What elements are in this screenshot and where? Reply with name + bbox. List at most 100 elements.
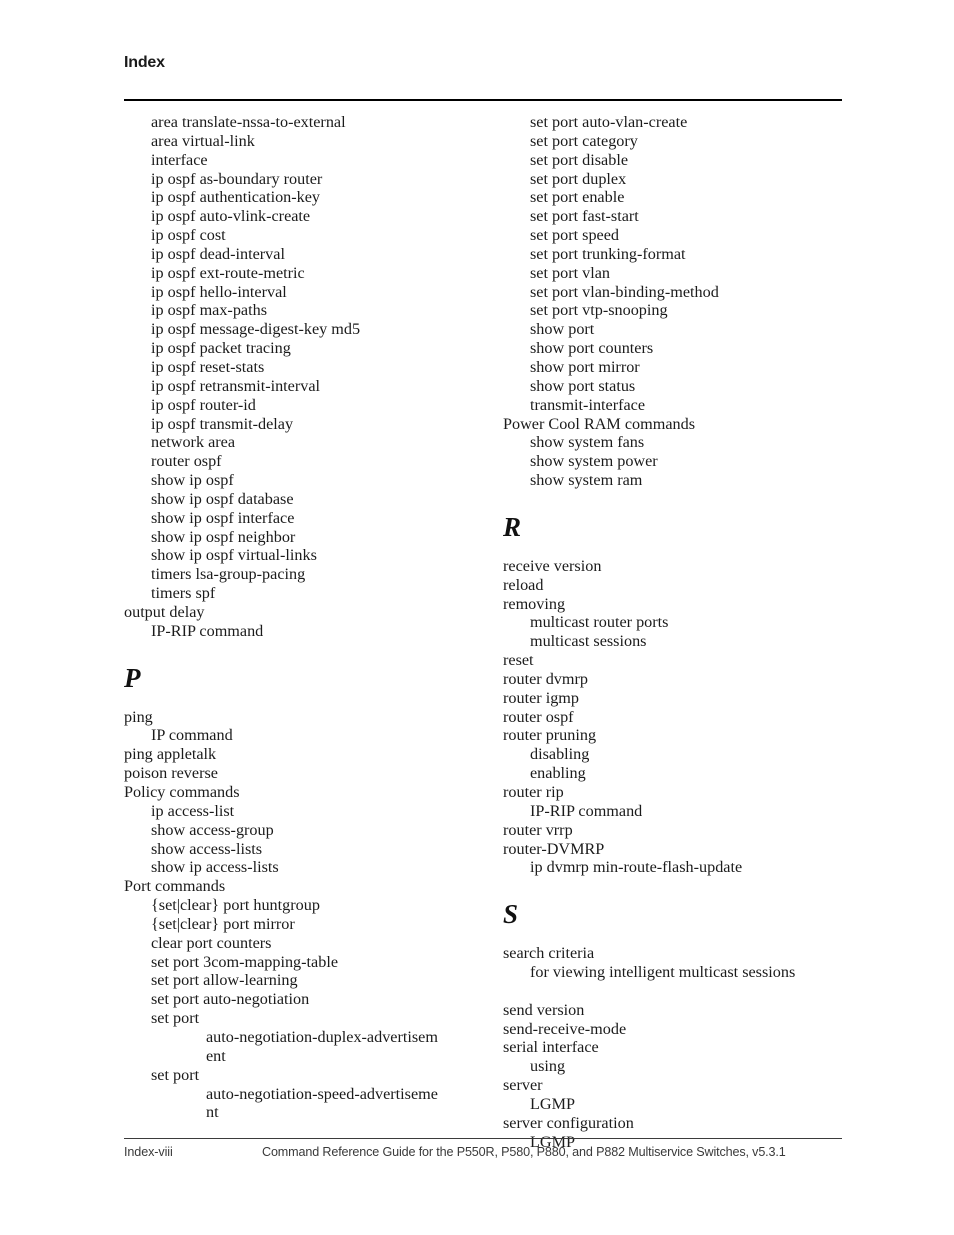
- index-subentry: disabling: [530, 745, 590, 764]
- index-subentry: set port: [151, 1009, 200, 1028]
- index-entry: Policy commands: [124, 783, 240, 801]
- index-subentry: set port fast-start: [530, 207, 639, 226]
- index-subentry: show access-lists: [151, 839, 263, 858]
- index-subentry: enabling: [530, 764, 586, 783]
- index-entry: ping appletalk: [124, 745, 217, 764]
- index-section-letter: R: [503, 511, 522, 542]
- index-subentry: set port vlan: [530, 263, 611, 282]
- index-column-left: area translate-nssa-to-external area virt…: [124, 113, 474, 1122]
- index-entry: router rip: [503, 783, 564, 801]
- index-subentry: show ip ospf virtual-links: [151, 546, 317, 565]
- index-subentry: using: [530, 1057, 566, 1076]
- index-subentry: show access-group: [151, 820, 274, 839]
- index-subentry: IP-RIP command: [151, 621, 264, 640]
- index-subentry: set port disable: [530, 150, 629, 169]
- index-entry: reload: [503, 575, 544, 594]
- index-subentry: clear port counters: [151, 933, 272, 952]
- index-subentry: show port mirror: [530, 357, 640, 376]
- index-entry: router dvmrp: [503, 669, 588, 688]
- index-subentry: show system fans: [530, 433, 645, 452]
- header-divider: [124, 99, 842, 101]
- index-entry: Power Cool RAM commands: [503, 414, 695, 433]
- index-entry: send-receive-mode: [503, 1019, 627, 1038]
- index-entry: router vrrp: [503, 820, 573, 839]
- index-subentry: show ip access-lists: [151, 858, 279, 877]
- index-subentry: ip ospf message-digest-key md5: [151, 320, 361, 339]
- index-entry: removing: [503, 594, 566, 613]
- index-subentry: multicast router ports: [530, 613, 669, 632]
- index-subentry: auto-negotiation-duplex-advertisem ent: [206, 1027, 438, 1065]
- index-entry: Port commands: [124, 877, 226, 896]
- index-subentry: for viewing intelligent multicast sessio…: [530, 963, 796, 982]
- index-subentry: ip ospf packet tracing: [151, 339, 291, 358]
- index-entry: output delay: [124, 602, 205, 621]
- index-subentry: multicast sessions: [530, 632, 647, 651]
- index-subentry: ip ospf as-boundary router: [151, 169, 323, 188]
- index-subentry: set port allow-learning: [151, 971, 298, 990]
- index-subentry: ip access-list: [151, 801, 235, 820]
- footer-divider: [124, 1138, 842, 1140]
- index-subentry: LGMP: [530, 1094, 575, 1113]
- index-subentry: show system ram: [530, 471, 643, 490]
- index-entry: poison reverse: [124, 764, 218, 783]
- index-subentry: set port auto-vlan-create: [530, 113, 688, 131]
- footer-page-number: Index-viii: [124, 1145, 173, 1159]
- index-entry: reset: [503, 651, 534, 670]
- index-subentry: set port 3com-mapping-table: [151, 952, 339, 971]
- index-subentry: set port enable: [530, 188, 625, 207]
- index-subentry: ip ospf dead-interval: [151, 244, 285, 263]
- index-subentry: ip ospf transmit-delay: [151, 414, 294, 433]
- index-subentry: ip ospf hello-interval: [151, 282, 287, 301]
- index-subentry: ip ospf auto-vlink-create: [151, 207, 311, 226]
- index-entry: router ospf: [503, 707, 574, 726]
- index-subentry: ip ospf max-paths: [151, 301, 267, 320]
- index-subentry: timers spf: [151, 584, 216, 603]
- index-page: Index area translate-nssa-to-external are…: [0, 0, 954, 1235]
- index-subentry: ip ospf ext-route-metric: [151, 263, 305, 282]
- index-entry: serial interface: [503, 1038, 599, 1057]
- index-spacer: [503, 982, 853, 1001]
- index-subentry: auto-negotiation-speed-advertiseme nt: [206, 1084, 438, 1122]
- index-subentry: show system power: [530, 452, 658, 471]
- index-subentry: set port vlan-binding-method: [530, 282, 719, 301]
- index-entry: ping: [124, 707, 153, 726]
- index-subentry: interface: [151, 150, 208, 169]
- index-subentry: ip ospf router-id: [151, 395, 256, 414]
- index-section-letter: S: [503, 899, 519, 930]
- index-subentry: show ip ospf neighbor: [151, 527, 296, 546]
- index-subentry: show ip ospf: [151, 471, 234, 490]
- index-subentry: IP command: [151, 726, 233, 745]
- index-entry: server: [503, 1076, 543, 1095]
- index-entry: search criteria: [503, 944, 595, 963]
- index-subentry: show port counters: [530, 339, 654, 358]
- index-subentry: area virtual-link: [151, 131, 255, 150]
- index-subentry: set port speed: [530, 226, 620, 245]
- page-title: Index: [124, 54, 165, 71]
- index-subentry: {set|clear} port huntgroup: [151, 896, 320, 915]
- index-subentry: set port auto-negotiation: [151, 990, 310, 1009]
- index-subentry: set port vtp-snooping: [530, 301, 668, 320]
- index-subentry: timers lsa-group-pacing: [151, 565, 306, 584]
- index-subentry: ip ospf reset-stats: [151, 357, 265, 376]
- index-subentry: show ip ospf database: [151, 489, 294, 508]
- index-subentry: ip dvmrp min-route-flash-update: [530, 858, 743, 877]
- index-section-letter: P: [124, 662, 141, 693]
- page-footer: Index-viii Command Reference Guide for t…: [124, 1145, 842, 1167]
- index-entry: server configuration: [503, 1113, 634, 1132]
- footer-document-title: Command Reference Guide for the P550R, P…: [262, 1145, 786, 1159]
- index-subentry: set port category: [530, 131, 638, 150]
- index-subentry: set port: [151, 1065, 200, 1084]
- index-entry: router igmp: [503, 688, 579, 707]
- index-subentry: IP-RIP command: [530, 801, 643, 820]
- index-entry: receive version: [503, 556, 602, 575]
- index-column-right: set port auto-vlan-create set port catego…: [503, 113, 853, 1152]
- index-subentry: {set|clear} port mirror: [151, 914, 295, 933]
- index-subentry: set port trunking-format: [530, 244, 686, 263]
- index-subentry: ip ospf cost: [151, 226, 226, 245]
- index-subentry: show ip ospf interface: [151, 508, 295, 527]
- index-subentry: ip ospf retransmit-interval: [151, 376, 321, 395]
- index-entry: send version: [503, 1000, 585, 1019]
- index-subentry: router ospf: [151, 452, 222, 471]
- index-subentry: area translate-nssa-to-external: [151, 113, 346, 131]
- index-entry: router-DVMRP: [503, 839, 605, 858]
